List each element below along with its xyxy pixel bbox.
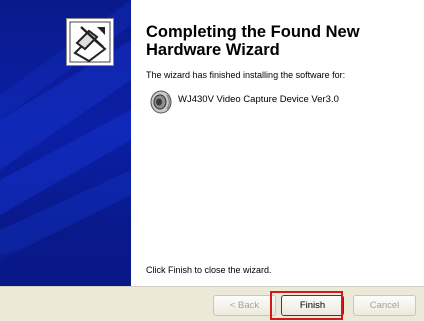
wizard-window: Completing the Found New Hardware Wizard… bbox=[0, 0, 424, 321]
wizard-subtitle: The wizard has finished installing the s… bbox=[146, 70, 346, 80]
wizard-content: Completing the Found New Hardware Wizard… bbox=[140, 0, 424, 286]
hardware-wizard-icon bbox=[66, 18, 114, 66]
back-button[interactable]: < Back bbox=[213, 295, 276, 316]
button-bar: < Back Finish Cancel bbox=[0, 286, 424, 321]
device-name: WJ430V Video Capture Device Ver3.0 bbox=[178, 94, 339, 105]
wizard-banner bbox=[0, 0, 131, 286]
wizard-title: Completing the Found New Hardware Wizard bbox=[146, 23, 360, 59]
finish-highlight-box bbox=[270, 291, 343, 320]
cancel-button[interactable]: Cancel bbox=[353, 295, 416, 316]
close-instruction: Click Finish to close the wizard. bbox=[146, 265, 272, 275]
speaker-icon bbox=[148, 89, 174, 115]
